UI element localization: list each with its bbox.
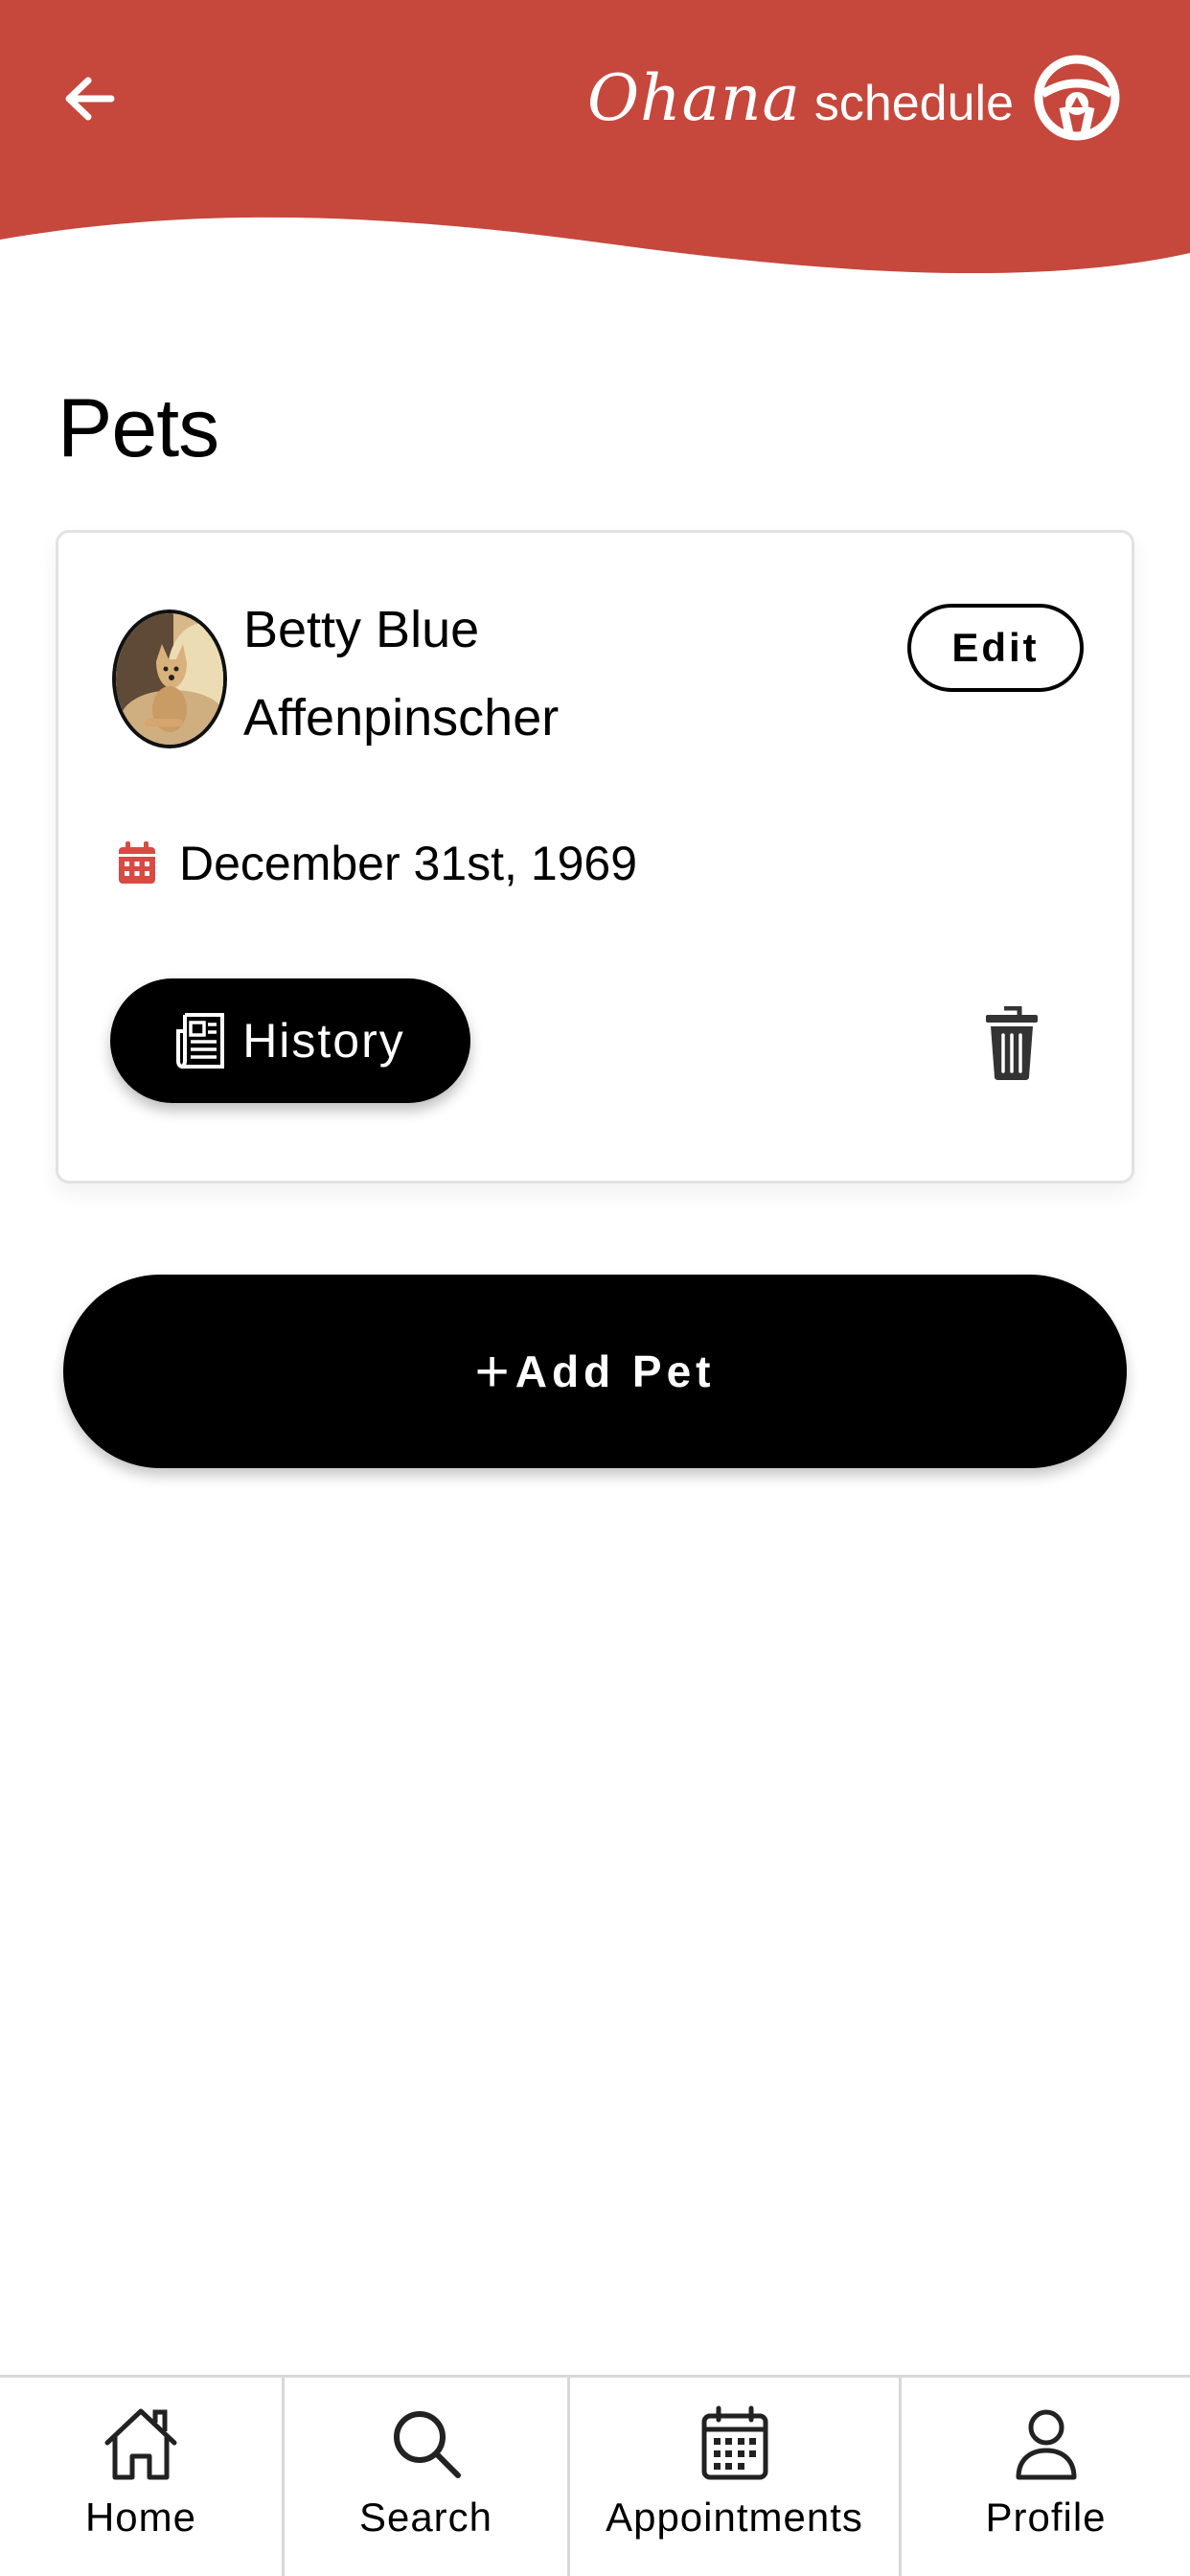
delete-pet-button[interactable] — [978, 1000, 1045, 1087]
user-icon — [1016, 2409, 1076, 2480]
nav-label-home: Home — [84, 2495, 197, 2540]
newspaper-icon — [176, 1013, 225, 1069]
pet-card: Betty Blue Affenpinscher Edit December 3… — [56, 530, 1134, 1184]
brand-text: Ohana schedule — [587, 61, 1014, 135]
brand-script-text: Ohana — [587, 60, 801, 135]
calendar-grid-icon — [701, 2405, 767, 2480]
edit-pet-button[interactable]: Edit — [907, 604, 1084, 692]
bottom-nav: Home Search Appointments Profile — [0, 2375, 1190, 2576]
pet-avatar[interactable] — [112, 610, 227, 748]
arrow-left-icon — [65, 77, 115, 121]
app-header: Ohana schedule — [0, 0, 1190, 288]
history-label: History — [242, 1014, 405, 1068]
calendar-icon — [119, 841, 155, 884]
steering-wheel-icon — [1034, 55, 1120, 141]
page-title: Pets — [57, 382, 219, 474]
nav-label-appointments: Appointments — [606, 2495, 863, 2540]
brand-logo-group: Ohana schedule — [587, 40, 1123, 155]
nav-item-home[interactable]: Home — [0, 2378, 285, 2576]
plus-icon: + — [474, 1338, 510, 1405]
pets-screen: Ohana schedule Pets Betty Blue Affenpins… — [0, 0, 1190, 2576]
pet-birth-date: December 31st, 1969 — [179, 837, 638, 890]
nav-item-profile[interactable]: Profile — [902, 2378, 1190, 2576]
search-icon — [393, 2411, 461, 2478]
nav-item-search[interactable]: Search — [285, 2378, 570, 2576]
add-pet-label: Add Pet — [515, 1346, 716, 1396]
history-button[interactable]: History — [110, 978, 470, 1103]
add-pet-button[interactable]: + Add Pet — [63, 1275, 1127, 1468]
brand-schedule-text: schedule — [813, 75, 1014, 131]
trash-icon — [986, 1006, 1038, 1080]
nav-item-appointments[interactable]: Appointments — [570, 2378, 902, 2576]
nav-label-profile: Profile — [985, 2495, 1107, 2540]
pet-photo — [116, 613, 223, 745]
pet-breed: Affenpinscher — [243, 689, 560, 747]
nav-label-search: Search — [358, 2495, 493, 2540]
home-icon — [104, 2408, 177, 2480]
pet-name: Betty Blue — [243, 601, 480, 658]
birth-date-row: December 31st, 1969 — [118, 836, 637, 891]
back-button[interactable] — [56, 65, 123, 132]
